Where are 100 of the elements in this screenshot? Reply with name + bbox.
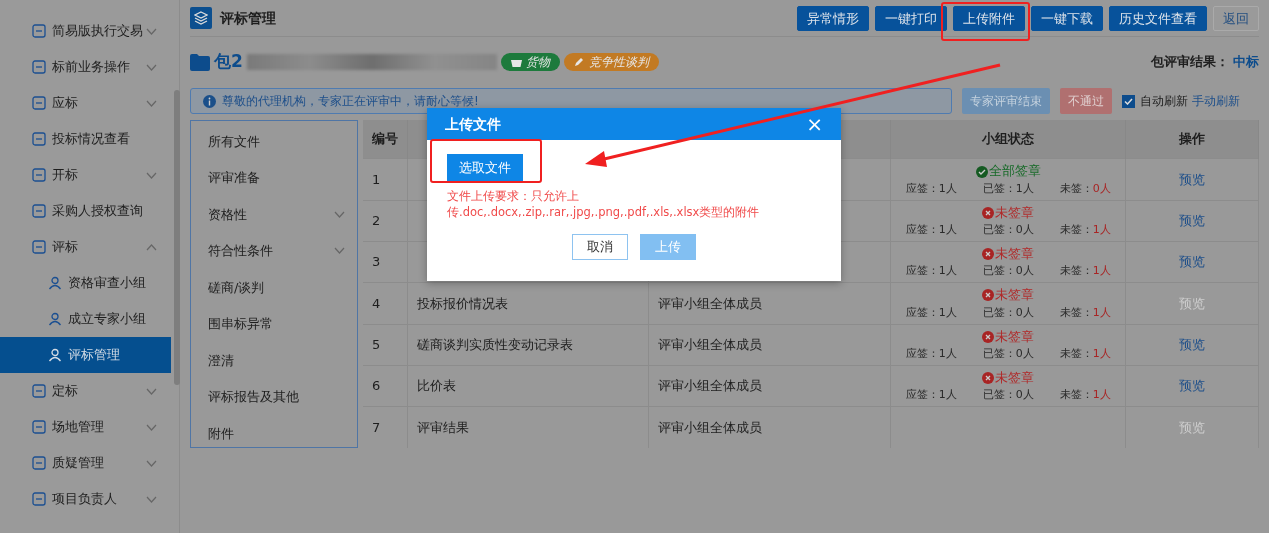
menu-icon xyxy=(32,132,46,146)
menu-item[interactable]: 资格性 xyxy=(191,196,357,233)
count-text: 应签：1人 xyxy=(905,181,957,196)
menu-item[interactable]: 磋商/谈判 xyxy=(191,269,357,306)
table-cell: 6 xyxy=(363,365,408,407)
sidebar-item[interactable]: 质疑管理 xyxy=(0,445,171,481)
count-text: 未签：1人 xyxy=(1059,223,1111,237)
menu-item[interactable]: 围串标异常 xyxy=(191,305,357,342)
count-text: 已签：0人 xyxy=(982,347,1034,361)
info-icon xyxy=(203,94,216,108)
cross-circle-icon xyxy=(982,330,995,343)
count-text: 应签：1人 xyxy=(905,223,957,237)
user-icon xyxy=(48,348,62,362)
table-cell: 7 xyxy=(363,406,408,448)
tag: 货物 xyxy=(500,53,560,71)
toolbar-button[interactable]: 上传附件 xyxy=(953,5,1025,31)
table-cell: 评审小组全体成员 xyxy=(648,365,891,407)
preview-link[interactable]: 预览 xyxy=(1179,254,1206,270)
count-text: 未签：1人 xyxy=(1059,305,1111,320)
sidebar-item[interactable]: 开标 xyxy=(0,157,171,193)
table-cell: 评审小组全体成员 xyxy=(648,282,891,325)
status-label: 未签章 xyxy=(982,369,1035,387)
basket-icon xyxy=(510,57,522,67)
sidebar-item[interactable]: 采购人授权查询 xyxy=(0,193,171,229)
menu-item[interactable]: 附件 xyxy=(191,415,357,452)
table-cell: 磋商谈判实质性变动记录表 xyxy=(407,324,649,366)
sidebar-item[interactable]: 场地管理 xyxy=(0,409,171,445)
count-text: 已签：0人 xyxy=(982,305,1034,320)
menu-icon xyxy=(32,60,46,74)
menu-item[interactable]: 符合性条件 xyxy=(191,232,357,269)
table-cell: 评审小组全体成员 xyxy=(648,324,891,366)
dialog-button[interactable]: 取消 xyxy=(572,234,628,260)
folder-icon xyxy=(190,53,210,71)
count-text: 未签：1人 xyxy=(1059,264,1111,279)
sidebar-item[interactable]: 定标 xyxy=(0,373,171,409)
count-text: 未签：0人 xyxy=(1059,181,1111,196)
sidebar-item[interactable]: 评标 xyxy=(0,229,171,265)
upload-hint: 文件上传要求：只允许上传.doc,.docx,.zip,.rar,.jpg,.png,.pdf,.xls,.xlsx类型的附件 xyxy=(447,188,761,220)
toolbar-button[interactable]: 异常情形 xyxy=(797,5,869,31)
preview-link[interactable]: 预览 xyxy=(1179,171,1206,187)
choose-file-button[interactable]: 选取文件 xyxy=(447,154,523,181)
check-circle-icon xyxy=(975,165,988,178)
scrollbar[interactable] xyxy=(174,90,180,385)
menu-icon xyxy=(32,456,46,470)
cross-circle-icon xyxy=(982,289,995,302)
count-text: 未签：1人 xyxy=(1059,388,1111,403)
menu-icon xyxy=(32,168,46,182)
preview-link[interactable]: 预览 xyxy=(1179,213,1206,229)
preview-link[interactable]: 预览 xyxy=(1179,336,1206,352)
count-text: 已签：1人 xyxy=(982,181,1034,196)
count-text: 应签：1人 xyxy=(905,264,957,279)
close-button[interactable]: × xyxy=(806,114,823,134)
table-cell: 2 xyxy=(363,200,408,242)
count-text: 应签：1人 xyxy=(905,347,957,361)
menu-icon xyxy=(32,420,46,434)
sidebar-item[interactable]: 标前业务操作 xyxy=(0,49,171,85)
cross-circle-icon xyxy=(982,248,995,261)
toolbar-button[interactable]: 一键下载 xyxy=(1031,5,1103,31)
preview-link[interactable]: 预览 xyxy=(1179,378,1206,394)
table-cell: 评审小组全体成员 xyxy=(648,406,891,448)
dialog-title: 上传文件 xyxy=(445,114,501,134)
column-header: 小组状态 xyxy=(890,120,1126,159)
layers-icon xyxy=(190,7,212,29)
result-value: 中标 xyxy=(1233,53,1259,72)
table-cell: 评审结果 xyxy=(407,406,649,448)
sidebar-item[interactable]: 评标管理 xyxy=(0,337,171,373)
user-icon xyxy=(48,276,62,290)
checkbox[interactable] xyxy=(1122,94,1135,108)
result-label: 包评审结果： xyxy=(1151,53,1229,72)
table-cell: 5 xyxy=(363,324,408,366)
status-label: 未签章 xyxy=(982,328,1035,345)
table-cell: 3 xyxy=(363,241,408,283)
table-cell: 比价表 xyxy=(407,365,649,407)
toolbar-button[interactable]: 返回 xyxy=(1213,5,1259,31)
menu-icon xyxy=(32,96,46,110)
status-label: 全部签章 xyxy=(975,163,1041,180)
menu-icon xyxy=(32,204,46,218)
sidebar-item[interactable]: 资格审查小组 xyxy=(0,265,171,301)
menu-icon xyxy=(32,492,46,506)
tag: 竞争性谈判 xyxy=(563,53,659,71)
refresh-link[interactable]: 手动刷新 xyxy=(1192,92,1240,110)
menu-icon xyxy=(32,384,46,398)
sidebar-item[interactable]: 成立专家小组 xyxy=(0,301,171,337)
sidebar-item[interactable]: 应标 xyxy=(0,85,171,121)
menu-item[interactable]: 评标报告及其他 xyxy=(191,378,357,415)
toolbar-button[interactable]: 历史文件查看 xyxy=(1109,5,1207,31)
sidebar-item[interactable]: 简易版执行交易 xyxy=(0,13,171,49)
menu-icon xyxy=(32,24,46,38)
menu-item[interactable]: 澄清 xyxy=(191,342,357,379)
count-text: 已签：0人 xyxy=(982,223,1034,237)
menu-item[interactable]: 所有文件 xyxy=(191,123,357,160)
checkbox-label: 自动刷新 xyxy=(1140,93,1188,110)
toolbar-button[interactable]: 一键打印 xyxy=(875,5,947,31)
status-label: 未签章 xyxy=(982,246,1035,263)
table-cell: 投标报价情况表 xyxy=(407,282,649,325)
count-text: 未签：1人 xyxy=(1059,347,1111,361)
menu-item[interactable]: 评审准备 xyxy=(191,159,357,196)
sidebar-item[interactable]: 投标情况查看 xyxy=(0,121,171,157)
sidebar-item[interactable]: 项目负责人 xyxy=(0,481,171,517)
notice-text: 尊敬的代理机构，专家正在评审中，请耐心等候! xyxy=(222,93,479,110)
